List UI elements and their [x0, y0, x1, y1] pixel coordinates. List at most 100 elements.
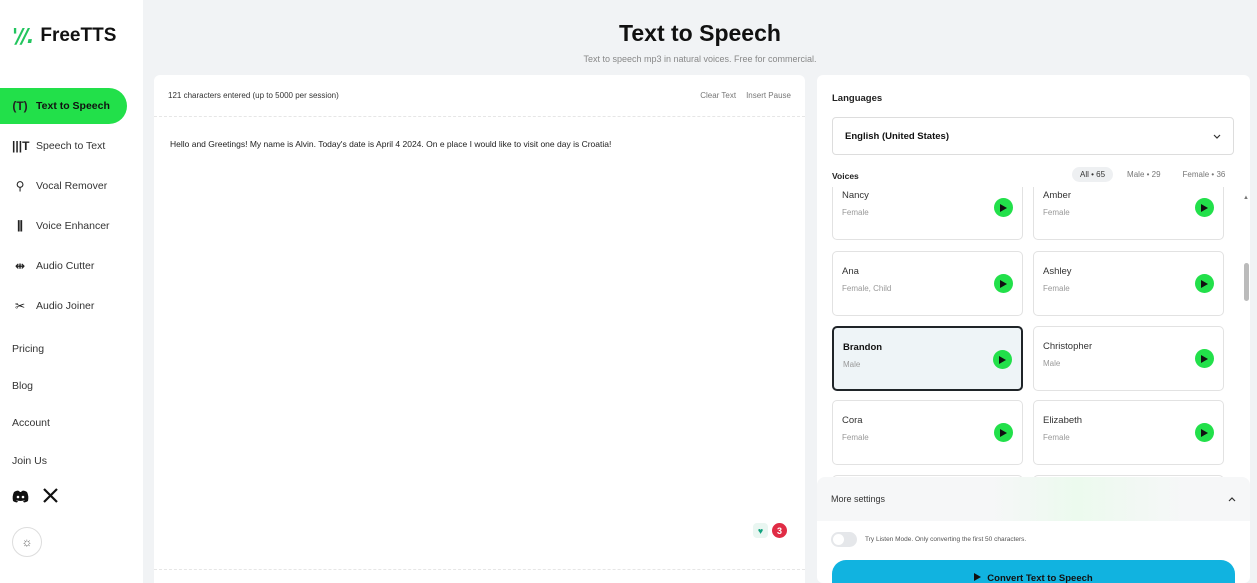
languages-label: Languages: [832, 93, 883, 104]
sidebar-item-text-to-speech[interactable]: (T) Text to Speech: [0, 88, 127, 124]
play-icon[interactable]: [994, 274, 1013, 293]
voice-list: Nancy Female Amber Female Ana Female, Ch…: [817, 187, 1250, 477]
listen-mode-text: Try Listen Mode. Only converting the fir…: [865, 536, 1027, 543]
editor-textarea[interactable]: Hello and Greetings! My name is Alvin. T…: [170, 139, 611, 149]
play-icon[interactable]: [1195, 349, 1214, 368]
logo[interactable]: '//. FreeTTS: [12, 24, 116, 48]
voice-meta: Female: [842, 208, 869, 217]
waveform-text-icon: |||T: [12, 139, 30, 153]
listen-mode-row: Try Listen Mode. Only converting the fir…: [831, 532, 1026, 547]
voice-card-ana[interactable]: Ana Female, Child: [832, 251, 1023, 316]
voice-name: Nancy: [842, 190, 869, 201]
voice-card-cora[interactable]: Cora Female: [832, 400, 1023, 465]
sidebar-item-voice-enhancer[interactable]: ⫼ Voice Enhancer: [0, 208, 127, 244]
voice-meta: Female, Child: [842, 284, 892, 293]
chevron-up-icon: [1228, 494, 1236, 504]
voice-name: Christopher: [1043, 341, 1093, 352]
more-settings-toggle[interactable]: More settings: [817, 477, 1250, 521]
editor-header: 121 characters entered (up to 5000 per s…: [154, 75, 805, 117]
scissors-icon: ✂: [14, 299, 26, 313]
voice-name: Brandon: [843, 342, 883, 353]
filter-male[interactable]: Male • 29: [1119, 167, 1168, 182]
sun-icon: ☼: [21, 535, 33, 549]
convert-label: Convert Text to Speech: [987, 573, 1093, 583]
clear-text-button[interactable]: Clear Text: [700, 91, 736, 100]
divider: [154, 569, 805, 570]
grammar-checker[interactable]: ♥ 3: [753, 523, 787, 538]
pricing-link[interactable]: Pricing: [12, 343, 44, 355]
sidebar-item-vocal-remover[interactable]: ⚲ Vocal Remover: [0, 168, 127, 204]
voice-name: Cora: [842, 415, 863, 426]
voice-meta: Female: [1043, 208, 1070, 217]
voices-label: Voices: [832, 171, 859, 181]
filter-all[interactable]: All • 65: [1072, 167, 1114, 182]
social-links: [12, 488, 58, 508]
voice-card-christopher[interactable]: Christopher Male: [1033, 326, 1224, 391]
antenna-icon: (T): [12, 99, 28, 113]
play-icon[interactable]: [993, 350, 1012, 369]
scrollbar-thumb[interactable]: [1244, 263, 1249, 301]
join-us-link[interactable]: Join Us: [12, 455, 47, 467]
equalizer-icon: ⫼: [17, 218, 23, 233]
listen-mode-toggle[interactable]: [831, 532, 857, 547]
sidebar: '//. FreeTTS (T) Text to Speech |||T Spe…: [0, 0, 143, 583]
sidebar-item-speech-to-text[interactable]: |||T Speech to Text: [0, 128, 127, 164]
cutter-icon: ⇹: [14, 259, 26, 273]
voice-filters: All • 65 Male • 29 Female • 36: [1072, 167, 1233, 182]
main-area: Text to Speech Text to speech mp3 in nat…: [143, 0, 1257, 583]
insert-pause-button[interactable]: Insert Pause: [746, 91, 791, 100]
voice-name: Amber: [1043, 190, 1071, 201]
sidebar-item-label: Voice Enhancer: [36, 220, 110, 232]
voice-meta: Female: [842, 433, 869, 442]
voice-card-elizabeth[interactable]: Elizabeth Female: [1033, 400, 1224, 465]
editor-actions: Clear Text Insert Pause: [700, 91, 791, 100]
voice-list-scrollbar[interactable]: ▲: [1242, 187, 1250, 477]
sidebar-item-label: Vocal Remover: [36, 180, 108, 192]
language-value: English (United States): [845, 130, 949, 142]
sidebar-item-label: Audio Cutter: [36, 260, 95, 272]
microphone-icon: ⚲: [15, 179, 25, 193]
theme-toggle-button[interactable]: ☼: [12, 527, 42, 557]
play-icon[interactable]: [994, 198, 1013, 217]
voice-card-ashley[interactable]: Ashley Female: [1033, 251, 1224, 316]
voice-meta: Female: [1043, 433, 1070, 442]
logo-mark-icon: '//.: [12, 24, 34, 48]
chevron-down-icon: [1213, 131, 1221, 142]
sidebar-item-label: Text to Speech: [36, 100, 110, 112]
grammar-bulb-icon: ♥: [753, 523, 768, 538]
voice-card-nancy[interactable]: Nancy Female: [832, 187, 1023, 240]
sidebar-item-label: Audio Joiner: [36, 300, 95, 312]
character-count: 121 characters entered (up to 5000 per s…: [168, 91, 339, 100]
discord-icon[interactable]: [12, 488, 29, 508]
logo-text: FreeTTS: [40, 25, 117, 46]
text-editor[interactable]: 121 characters entered (up to 5000 per s…: [154, 75, 805, 583]
more-settings-label: More settings: [831, 494, 886, 504]
voice-name: Ashley: [1043, 266, 1072, 277]
voice-meta: Female: [1043, 284, 1070, 293]
grammar-issue-count: 3: [772, 523, 787, 538]
voice-name: Ana: [842, 266, 859, 277]
play-icon[interactable]: [994, 423, 1013, 442]
play-icon: [974, 573, 982, 583]
filter-female[interactable]: Female • 36: [1175, 167, 1234, 182]
x-twitter-icon[interactable]: [43, 488, 58, 508]
account-link[interactable]: Account: [12, 417, 50, 429]
sidebar-item-audio-cutter[interactable]: ⇹ Audio Cutter: [0, 248, 127, 284]
convert-button[interactable]: Convert Text to Speech: [832, 560, 1235, 583]
play-icon[interactable]: [1195, 274, 1214, 293]
voice-panel: Languages English (United States) Voices…: [817, 75, 1250, 583]
voice-card-amber[interactable]: Amber Female: [1033, 187, 1224, 240]
play-icon[interactable]: [1195, 198, 1214, 217]
page-title: Text to Speech: [619, 20, 781, 46]
voice-meta: Male: [843, 360, 861, 369]
scroll-up-icon[interactable]: ▲: [1243, 195, 1249, 201]
play-icon[interactable]: [1195, 423, 1214, 442]
sidebar-item-audio-joiner[interactable]: ✂ Audio Joiner: [0, 288, 127, 324]
voice-card-brandon[interactable]: Brandon Male: [832, 326, 1023, 391]
sidebar-item-label: Speech to Text: [36, 140, 106, 152]
page-subtitle: Text to speech mp3 in natural voices. Fr…: [583, 54, 817, 64]
blog-link[interactable]: Blog: [12, 380, 33, 392]
voice-name: Elizabeth: [1043, 415, 1083, 426]
language-select[interactable]: English (United States): [832, 117, 1234, 155]
voice-meta: Male: [1043, 359, 1061, 368]
